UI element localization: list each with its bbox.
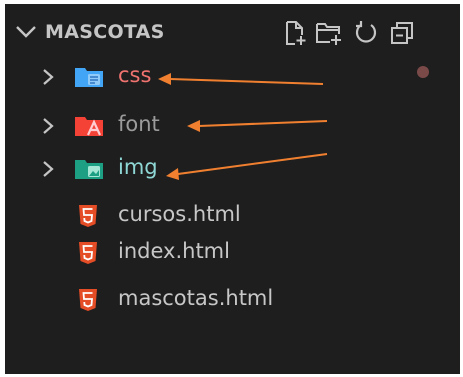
- annotation-arrow-font: [198, 120, 328, 127]
- annotation-arrow-css: [169, 78, 324, 85]
- explorer-panel: MASCOTAS css font img cursos.html index.…: [5, 4, 460, 374]
- annotation-arrows: [158, 73, 328, 180]
- annotation-arrow-img: [177, 153, 328, 175]
